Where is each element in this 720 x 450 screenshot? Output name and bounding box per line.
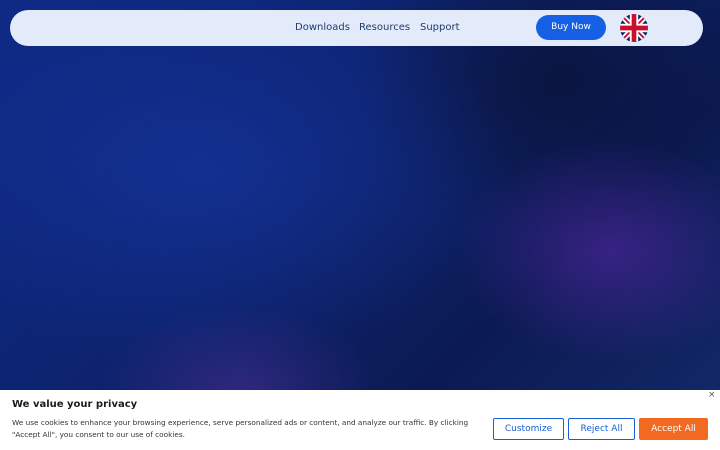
accept-all-button[interactable]: Accept All [639,418,708,440]
buy-now-button[interactable]: Buy Now [536,15,606,40]
close-icon[interactable]: × [708,390,716,400]
uk-flag-icon-graphic [620,14,648,42]
page: Downloads Resources Support Buy Now We v… [0,0,720,450]
customize-button[interactable]: Customize [493,418,564,440]
nav-link-downloads[interactable]: Downloads [295,10,350,46]
nav-link-support[interactable]: Support [420,10,460,46]
uk-flag-icon[interactable] [620,14,648,42]
cookie-consent-banner: We value your privacy We use cookies to … [0,390,720,450]
nav-link-resources[interactable]: Resources [359,10,410,46]
cookie-banner-text: We use cookies to enhance your browsing … [12,418,469,439]
cookie-banner-title: We value your privacy [12,399,138,410]
top-navbar: Downloads Resources Support Buy Now [10,10,703,46]
reject-all-button[interactable]: Reject All [568,418,635,440]
